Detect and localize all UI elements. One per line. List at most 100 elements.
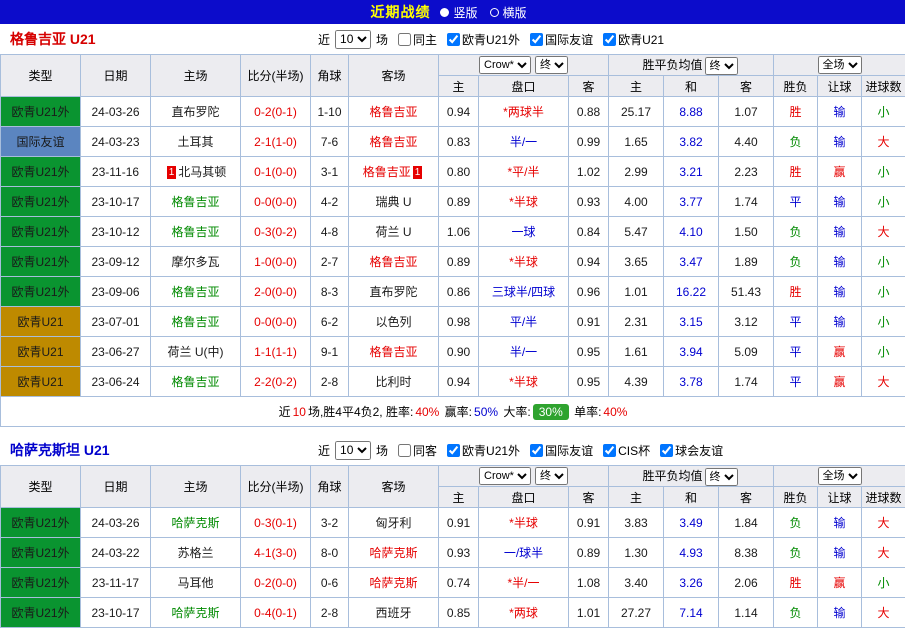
filter-controls: 近10场同主欧青U21外国际友谊欧青U21 xyxy=(318,30,664,49)
match-date: 24-03-22 xyxy=(81,538,151,568)
odds-away: 1.08 xyxy=(569,568,609,598)
away-team-name: 直布罗陀 xyxy=(369,285,417,299)
summary-segment: 场,胜4平4负2, 胜率: xyxy=(308,405,413,419)
odds-final-select[interactable]: 终 xyxy=(535,467,568,485)
summary-segment: 50% xyxy=(474,405,498,419)
home-team-name: 哈萨克斯 xyxy=(171,516,219,530)
games-label: 场 xyxy=(376,31,388,48)
avg-away-odds: 1.07 xyxy=(719,97,774,127)
filter-checkbox[interactable]: 欧青U21外 xyxy=(447,31,520,48)
avg-final-select[interactable]: 终 xyxy=(705,468,738,486)
home-team-name: 格鲁吉亚 xyxy=(171,225,219,239)
odds-final-select[interactable]: 终 xyxy=(535,56,568,74)
filter-checkbox[interactable]: 欧青U21 xyxy=(603,31,664,48)
radio-horizontal-icon[interactable] xyxy=(490,8,499,17)
radio-vertical-icon[interactable] xyxy=(440,8,449,17)
home-team: 格鲁吉亚 xyxy=(151,217,241,247)
summary-segment: 近 xyxy=(279,405,291,419)
match-type-badge: 国际友谊 xyxy=(1,127,81,157)
summary-segment: 40% xyxy=(603,405,627,419)
view-toggle: 竖版 横版 xyxy=(440,4,534,21)
match-type-badge: 欧青U21外 xyxy=(1,508,81,538)
handicap-line: *半球 xyxy=(479,247,569,277)
checkbox-input[interactable] xyxy=(603,444,616,457)
match-date: 23-11-16 xyxy=(81,157,151,187)
home-team: 格鲁吉亚 xyxy=(151,187,241,217)
checkbox-label: 欧青U21 xyxy=(618,31,664,48)
corner-score: 8-0 xyxy=(311,538,349,568)
filter-checkbox[interactable]: 同主 xyxy=(398,31,437,48)
avg-away-odds: 2.23 xyxy=(719,157,774,187)
handicap-line: *半球 xyxy=(479,187,569,217)
odds-company-select[interactable]: Crow* xyxy=(479,56,531,74)
avg-home-odds: 4.00 xyxy=(609,187,664,217)
section-header-bar: 格鲁吉亚 U21近10场同主欧青U21外国际友谊欧青U21 xyxy=(0,24,905,54)
filter-checkbox[interactable]: 球会友谊 xyxy=(660,442,723,459)
radio-vertical-label[interactable]: 竖版 xyxy=(453,4,477,21)
team-title: 格鲁吉亚 U21 xyxy=(10,29,96,49)
handicap-line: *半球 xyxy=(479,508,569,538)
avg-draw-odds: 4.93 xyxy=(664,538,719,568)
checkbox-input[interactable] xyxy=(447,33,460,46)
score: 2-0(0-0) xyxy=(241,277,311,307)
result-wdl: 胜 xyxy=(774,568,818,598)
home-team: 土耳其 xyxy=(151,127,241,157)
avg-draw-odds: 3.94 xyxy=(664,337,719,367)
odds-away: 0.91 xyxy=(569,307,609,337)
odds-away: 0.94 xyxy=(569,247,609,277)
column-header: 主场 xyxy=(151,466,241,508)
odds-company-select[interactable]: Crow* xyxy=(479,467,531,485)
away-team-name: 西班牙 xyxy=(375,606,411,620)
checkbox-input[interactable] xyxy=(398,444,411,457)
match-type-badge: 欧青U21 xyxy=(1,337,81,367)
filter-checkbox[interactable]: 同客 xyxy=(398,442,437,459)
topbar: 近期战绩 竖版 横版 xyxy=(0,0,905,24)
checkbox-input[interactable] xyxy=(530,33,543,46)
table-row: 欧青U21外23-09-06格鲁吉亚2-0(0-0)8-3直布罗陀0.86三球半… xyxy=(1,277,905,307)
odds-home: 0.86 xyxy=(439,277,479,307)
avg-home-odds: 27.27 xyxy=(609,598,664,628)
avg-home-odds: 1.01 xyxy=(609,277,664,307)
checkbox-label: 欧青U21外 xyxy=(462,442,520,459)
match-type-badge: 欧青U21外 xyxy=(1,187,81,217)
checkbox-label: 国际友谊 xyxy=(545,31,593,48)
corner-score: 2-7 xyxy=(311,247,349,277)
home-team: 格鲁吉亚 xyxy=(151,277,241,307)
checkbox-input[interactable] xyxy=(398,33,411,46)
table-row: 欧青U21外23-11-17马耳他0-2(0-0)0-6哈萨克斯0.74*半/一… xyxy=(1,568,905,598)
table-header: 类型日期主场比分(半场)角球客场Crow*终胜平负均值终全场主盘口客主和客胜负让… xyxy=(1,466,905,508)
home-team-name: 土耳其 xyxy=(177,135,213,149)
summary-segment: 单率: xyxy=(571,405,602,419)
odds-away: 1.02 xyxy=(569,157,609,187)
sub-column-header: 主 xyxy=(439,487,479,508)
checkbox-input[interactable] xyxy=(530,444,543,457)
odds-away: 0.95 xyxy=(569,367,609,397)
match-type-badge: 欧青U21外 xyxy=(1,157,81,187)
radio-horizontal-label[interactable]: 横版 xyxy=(503,4,527,21)
result-handicap: 输 xyxy=(818,187,862,217)
table-row: 欧青U21外23-10-17格鲁吉亚0-0(0-0)4-2瑞典 U0.89*半球… xyxy=(1,187,905,217)
away-team-name: 瑞典 U xyxy=(375,195,411,209)
scope-select[interactable]: 全场 xyxy=(818,56,862,74)
match-count-select[interactable]: 10 xyxy=(335,30,371,49)
corner-score: 8-3 xyxy=(311,277,349,307)
avg-home-odds: 1.65 xyxy=(609,127,664,157)
handicap-line: 三球半/四球 xyxy=(479,277,569,307)
filter-checkbox[interactable]: 国际友谊 xyxy=(530,442,593,459)
filter-checkbox[interactable]: 国际友谊 xyxy=(530,31,593,48)
result-handicap: 输 xyxy=(818,598,862,628)
filter-checkbox[interactable]: 欧青U21外 xyxy=(447,442,520,459)
home-team-name: 荷兰 U(中) xyxy=(168,345,224,359)
checkbox-input[interactable] xyxy=(603,33,616,46)
summary-segment: 赢率: xyxy=(441,405,472,419)
checkbox-input[interactable] xyxy=(660,444,673,457)
home-team-name: 格鲁吉亚 xyxy=(171,195,219,209)
handicap-line: *半/一 xyxy=(479,568,569,598)
team-title: 哈萨克斯坦 U21 xyxy=(10,440,110,460)
table-row: 欧青U21外23-09-12摩尔多瓦1-0(0-0)2-7格鲁吉亚0.89*半球… xyxy=(1,247,905,277)
avg-final-select[interactable]: 终 xyxy=(705,57,738,75)
filter-checkbox[interactable]: CIS杯 xyxy=(603,442,650,459)
checkbox-input[interactable] xyxy=(447,444,460,457)
match-count-select[interactable]: 10 xyxy=(335,441,371,460)
scope-select[interactable]: 全场 xyxy=(818,467,862,485)
